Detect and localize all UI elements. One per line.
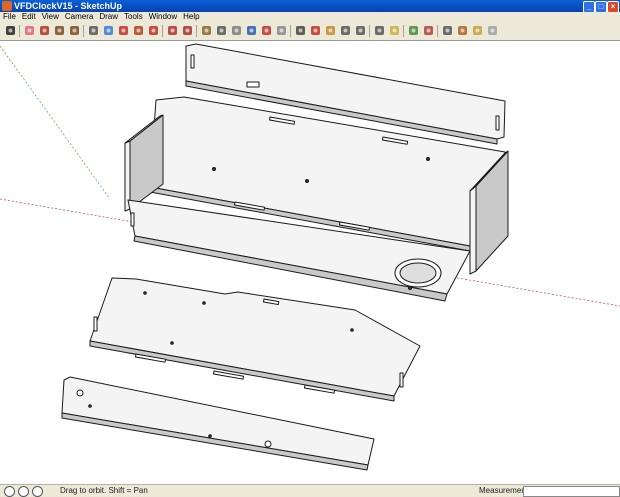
follow-me-icon[interactable] [166,24,179,37]
eraser-tool-icon[interactable] [23,24,36,37]
status-hint: Drag to orbit. Shift = Pan [60,486,148,495]
move-tool-icon[interactable] [132,24,145,37]
menu-bar: File Edit View Camera Draw Tools Window Help [0,12,620,22]
model-canvas[interactable] [0,41,620,485]
orbit-tool-icon[interactable] [309,24,322,37]
look-around-icon[interactable] [441,24,454,37]
toolbar-separator [19,25,20,37]
menu-file[interactable]: File [0,12,19,22]
dimension-tool-icon[interactable] [275,24,288,37]
window-title: VFDClockV15 - SketchUp [14,1,123,11]
pan-tool-icon[interactable] [324,24,337,37]
lower-plate [89,277,421,402]
geo-location-icon[interactable] [4,486,15,497]
menu-draw[interactable]: Draw [96,12,121,22]
toolbar-separator [369,25,370,37]
status-bar: Drag to orbit. Shift = Pan Measurements [0,484,620,497]
text-tool-icon[interactable] [245,24,258,37]
menu-view[interactable]: View [39,12,62,22]
menu-tools[interactable]: Tools [121,12,146,22]
walk-tool-icon[interactable] [422,24,435,37]
credits-icon[interactable] [18,486,29,497]
section-plane-icon[interactable] [471,24,484,37]
offset-tool-icon[interactable] [181,24,194,37]
toolbar-separator [290,25,291,37]
components-icon[interactable] [486,24,499,37]
protractor-icon[interactable] [230,24,243,37]
zoom-extents-icon[interactable] [373,24,386,37]
rectangle-tool-icon[interactable] [53,24,66,37]
toolbar-separator [162,25,163,37]
select-tool-icon[interactable] [4,24,17,37]
zoom-tool-icon[interactable] [339,24,352,37]
main-toolbar [0,22,620,41]
scale-tool-icon[interactable] [200,24,213,37]
zoom-window-icon[interactable] [354,24,367,37]
toolbar-separator [196,25,197,37]
circle-tool-icon[interactable] [68,24,81,37]
push-pull-icon[interactable] [117,24,130,37]
pencil-line-tool-icon[interactable] [38,24,51,37]
rotate-tool-icon[interactable] [147,24,160,37]
sketchup-app-icon [2,1,12,11]
share-model-icon[interactable] [407,24,420,37]
left-end-panel [124,114,164,212]
toolbar-separator [403,25,404,37]
green-axis-line [0,45,111,200]
toolbar-separator [83,25,84,37]
menu-camera[interactable]: Camera [62,12,96,22]
3d-text-icon[interactable] [294,24,307,37]
axes-tool-icon[interactable] [260,24,273,37]
tape-measure-icon[interactable] [215,24,228,37]
title-bar: VFDClockV15 - SketchUp _ □ × [0,0,620,13]
measurements-input[interactable] [523,486,620,497]
menu-edit[interactable]: Edit [19,12,39,22]
arc-tool-icon[interactable] [87,24,100,37]
menu-help[interactable]: Help [180,12,202,22]
model-viewport[interactable] [0,40,620,485]
toolbar-separator [437,25,438,37]
help-icon[interactable] [32,486,43,497]
get-models-icon[interactable] [388,24,401,37]
paint-bucket-icon[interactable] [102,24,115,37]
menu-window[interactable]: Window [146,12,180,22]
position-camera-icon[interactable] [456,24,469,37]
